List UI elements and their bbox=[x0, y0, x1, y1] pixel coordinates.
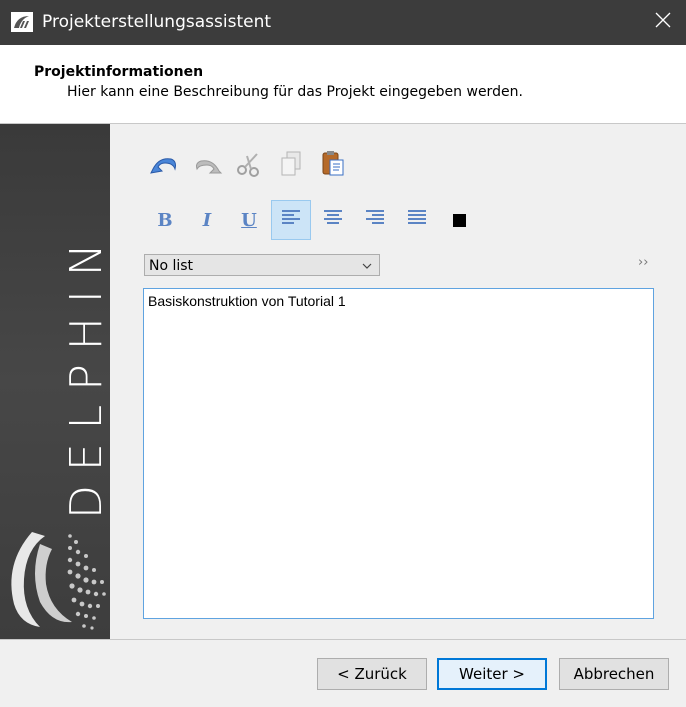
list-style-select[interactable]: No list bbox=[144, 254, 380, 276]
description-text: Basiskonstruktion von Tutorial 1 bbox=[148, 293, 346, 309]
align-center-icon bbox=[323, 209, 343, 232]
align-left-icon bbox=[281, 209, 301, 232]
redo-icon bbox=[191, 151, 223, 182]
redo-button[interactable] bbox=[187, 146, 227, 186]
color-swatch-icon bbox=[452, 213, 466, 227]
cancel-button[interactable]: Abbrechen bbox=[559, 658, 669, 690]
align-justify-icon bbox=[407, 209, 427, 232]
sidebar-banner: DELPHIN bbox=[0, 124, 110, 639]
back-button[interactable]: < Zurück bbox=[317, 658, 427, 690]
wizard-header: Projektinformationen Hier kann eine Besc… bbox=[0, 45, 686, 124]
underline-button[interactable]: U bbox=[229, 200, 269, 240]
page-title: Projektinformationen bbox=[34, 64, 204, 80]
brand-text: DELPHIN bbox=[61, 229, 110, 519]
paste-button[interactable] bbox=[313, 146, 353, 186]
text-color-button[interactable] bbox=[439, 200, 479, 240]
align-left-button[interactable] bbox=[271, 200, 311, 240]
next-button[interactable]: Weiter > bbox=[437, 658, 547, 690]
description-editor[interactable]: Basiskonstruktion von Tutorial 1 bbox=[143, 288, 654, 619]
align-right-button[interactable] bbox=[355, 200, 395, 240]
italic-button[interactable]: I bbox=[187, 200, 227, 240]
close-icon bbox=[655, 12, 671, 33]
content-area: B I U No list ›› Basiskonstruktion von T… bbox=[111, 124, 686, 639]
copy-button[interactable] bbox=[271, 146, 311, 186]
bold-label: B bbox=[157, 209, 173, 231]
undo-icon bbox=[149, 151, 181, 182]
align-justify-button[interactable] bbox=[397, 200, 437, 240]
paste-icon bbox=[320, 150, 346, 183]
bold-button[interactable]: B bbox=[145, 200, 185, 240]
list-style-value: No list bbox=[149, 258, 194, 274]
delphin-logo bbox=[11, 532, 106, 630]
copy-icon bbox=[278, 150, 304, 183]
cut-button[interactable] bbox=[229, 146, 269, 186]
underline-label: U bbox=[241, 209, 257, 231]
chevron-down-icon bbox=[361, 259, 373, 271]
toolbar-overflow-button[interactable]: ›› bbox=[638, 255, 654, 273]
wizard-footer: < Zurück Weiter > Abbrechen bbox=[0, 640, 686, 707]
close-button[interactable] bbox=[640, 0, 686, 45]
undo-button[interactable] bbox=[145, 146, 185, 186]
align-right-icon bbox=[365, 209, 385, 232]
delphin-app-icon bbox=[11, 12, 33, 32]
align-center-button[interactable] bbox=[313, 200, 353, 240]
title-bar: Projekterstellungsassistent bbox=[0, 0, 686, 45]
cut-icon bbox=[235, 150, 263, 183]
italic-label: I bbox=[202, 209, 212, 231]
page-subtitle: Hier kann eine Beschreibung für das Proj… bbox=[67, 84, 523, 100]
window-title: Projekterstellungsassistent bbox=[42, 12, 272, 32]
